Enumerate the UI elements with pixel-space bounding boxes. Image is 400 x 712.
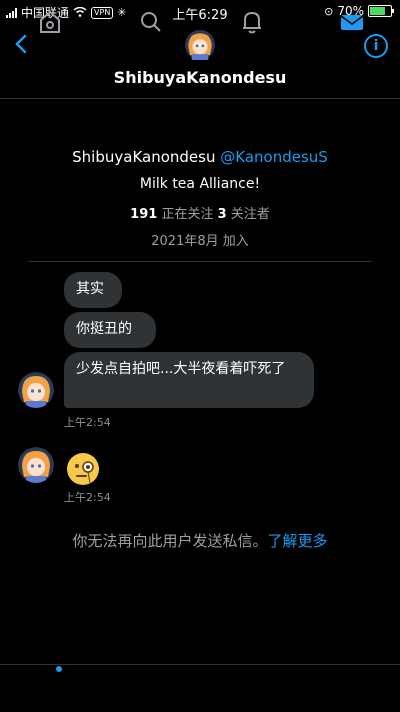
divider (28, 261, 372, 262)
battery-icon (368, 5, 394, 17)
following-count: 191 (130, 207, 158, 222)
mail-icon[interactable] (338, 8, 366, 36)
profile-name-line[interactable]: ShibuyaKanondesu @KanondesuS (0, 148, 400, 166)
search-icon[interactable] (137, 8, 165, 36)
following-label: 正在关注 (161, 207, 214, 222)
message-bubble[interactable]: 你挺丑的 (64, 312, 156, 348)
profile-joined-date: 2021年8月 加入 (151, 234, 249, 249)
message-bubble[interactable]: 其实 (64, 272, 122, 308)
profile-bio: Milk tea Alliance! (139, 176, 261, 192)
profile-handle: @KanondesuS (220, 148, 328, 166)
back-icon[interactable] (10, 32, 34, 56)
face-with-monocle-emoji[interactable] (66, 452, 100, 486)
learn-more-link[interactable]: 了解更多 (268, 532, 328, 550)
bell-icon[interactable] (238, 8, 266, 36)
followers-count: 3 (217, 207, 227, 222)
info-icon[interactable]: i (364, 34, 388, 58)
followers-label: 关注者 (230, 207, 270, 222)
dm-disabled-notice: 你无法再向此用户发送私信。了解更多 (0, 530, 400, 551)
message-bubble[interactable]: 少发点自拍吧...大半夜看着吓死了 (64, 352, 314, 408)
header-title: ShibuyaKanondesu (113, 68, 287, 87)
message-timestamp: 上午2:54 (64, 416, 111, 429)
profile-name: ShibuyaKanondesu (72, 148, 216, 166)
sender-avatar[interactable] (18, 447, 54, 483)
notice-text: 你无法再向此用户发送私信。 (72, 532, 268, 550)
message-timestamp: 上午2:54 (64, 491, 111, 504)
home-icon[interactable] (36, 8, 64, 36)
header-avatar[interactable] (185, 30, 215, 60)
profile-follow-stats: 191 正在关注 3 关注者 (0, 203, 400, 222)
orientation-lock-icon: ⊙ (324, 4, 334, 18)
sender-avatar[interactable] (18, 372, 54, 408)
notification-dot (56, 666, 62, 672)
